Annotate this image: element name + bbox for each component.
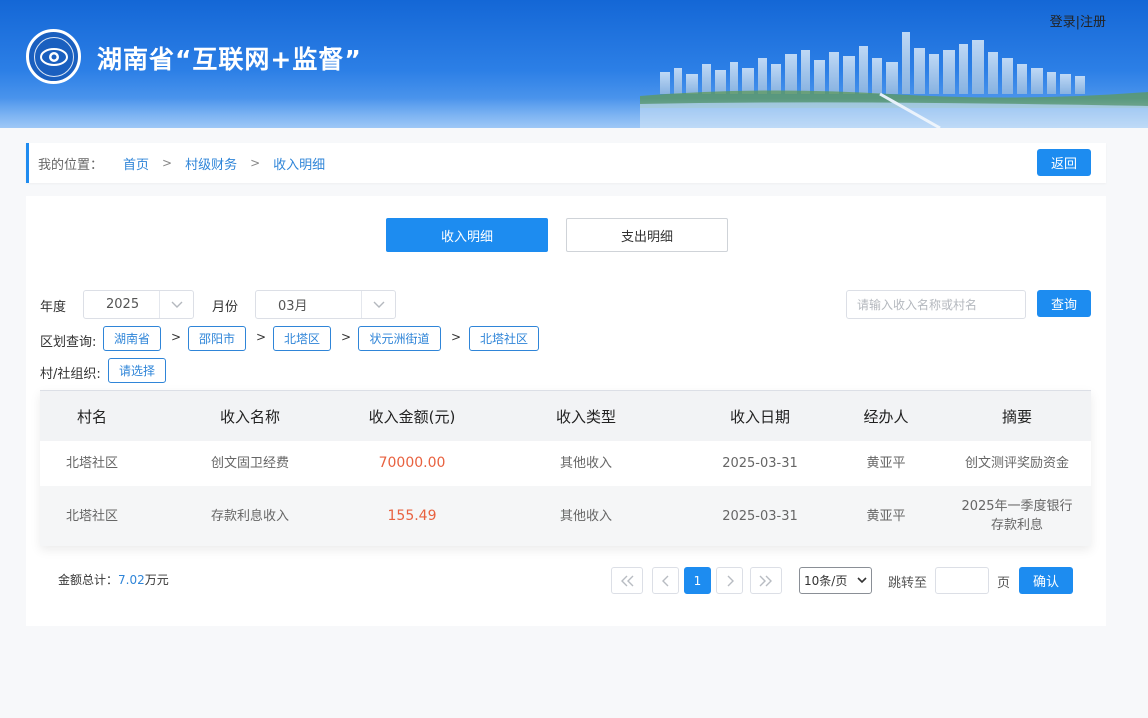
last-page-icon[interactable] — [750, 567, 782, 594]
region-separator: > — [256, 330, 267, 344]
site-logo — [26, 29, 81, 84]
month-label: 月份 — [212, 300, 239, 315]
cell-income-date: 2025-03-31 — [722, 456, 798, 471]
site-header: 湖南省“互联网+监督” 登录|注册 — [0, 0, 1148, 128]
chevron-down-icon — [159, 291, 193, 318]
confirm-button[interactable]: 确认 — [1019, 567, 1073, 594]
region-separator: > — [341, 330, 352, 344]
region-chip-province[interactable]: 湖南省 — [103, 326, 161, 351]
amount-total: 金额总计：7.02万元 — [58, 571, 169, 588]
breadcrumb-separator: > — [250, 156, 261, 170]
breadcrumb-income-detail[interactable]: 收入明细 — [273, 154, 325, 173]
search-input[interactable] — [846, 290, 1026, 319]
year-select-value: 2025 — [106, 297, 140, 312]
breadcrumb-home[interactable]: 首页 — [123, 154, 149, 173]
col-income-type: 收入类型 — [555, 408, 616, 426]
cell-summary: 创文测评奖励资金 — [964, 456, 1069, 471]
back-button[interactable]: 返回 — [1037, 149, 1091, 176]
cell-handler: 黄亚平 — [866, 508, 906, 524]
total-unit: 万元 — [144, 573, 169, 587]
table-row: 北塔社区 存款利息收入 155.49 其他收入 2025-03-31 黄亚平 2… — [40, 486, 1091, 546]
year-select[interactable]: 2025 — [83, 290, 194, 319]
breadcrumb-separator: > — [162, 156, 173, 170]
month-select-value: 03月 — [278, 299, 308, 314]
col-summary: 摘要 — [1001, 408, 1032, 426]
page-size-select[interactable]: 10条/页 — [799, 567, 872, 594]
cell-village: 北塔社区 — [65, 456, 118, 471]
region-chip-community[interactable]: 北塔社区 — [469, 326, 539, 351]
col-income-date: 收入日期 — [729, 408, 790, 426]
breadcrumb-label: 我的位置： — [38, 157, 104, 173]
year-label: 年度 — [40, 300, 67, 315]
next-page-icon[interactable] — [716, 567, 743, 594]
cell-income-name: 存款利息收入 — [210, 508, 289, 524]
query-button[interactable]: 查询 — [1037, 290, 1091, 317]
cell-village: 北塔社区 — [65, 508, 118, 524]
breadcrumb: 我的位置： 首页 > 村级财务 > 收入明细 返回 — [26, 143, 1106, 183]
cell-income-type: 其他收入 — [559, 456, 612, 471]
table-row: 北塔社区 创文固卫经费 70000.00 其他收入 2025-03-31 黄亚平… — [40, 441, 1091, 486]
eye-emblem-icon — [33, 36, 74, 77]
total-label: 金额总计： — [58, 573, 119, 587]
site-title: 湖南省“互联网+监督” — [97, 45, 362, 74]
total-value: 7.02 — [118, 573, 145, 587]
tab-expense-detail[interactable]: 支出明细 — [566, 218, 728, 252]
breadcrumb-village-finance[interactable]: 村级财务 — [185, 154, 237, 173]
first-page-icon[interactable] — [611, 567, 643, 594]
jump-page-input[interactable] — [935, 567, 989, 594]
page-unit-label: 页 — [997, 576, 1011, 591]
page-size-value: 10条/页 — [804, 574, 848, 588]
org-label: 村/社组织: — [40, 367, 101, 382]
month-select[interactable]: 03月 — [255, 290, 396, 319]
cell-income-amount: 70000.00 — [378, 455, 446, 471]
region-chip-city[interactable]: 邵阳市 — [188, 326, 246, 351]
main-panel: 收入明细 支出明细 年度 2025 月份 03月 查询 区划查询: 湖南省 > … — [26, 196, 1106, 626]
page-number-button[interactable]: 1 — [684, 567, 711, 594]
income-table: 村名 收入名称 收入金额(元) 收入类型 收入日期 经办人 摘要 北塔社区 创文… — [40, 390, 1091, 546]
tab-income-detail[interactable]: 收入明细 — [386, 218, 548, 252]
cell-income-amount: 155.49 — [387, 507, 437, 524]
region-separator: > — [171, 330, 182, 344]
col-village: 村名 — [76, 408, 107, 426]
col-income-name: 收入名称 — [219, 408, 280, 426]
table-header: 村名 收入名称 收入金额(元) 收入类型 收入日期 经办人 摘要 — [40, 390, 1091, 441]
region-label: 区划查询: — [40, 335, 97, 350]
prev-page-icon[interactable] — [652, 567, 679, 594]
region-chip-district[interactable]: 北塔区 — [273, 326, 331, 351]
city-skyline-image — [640, 32, 1148, 128]
jump-label: 跳转至 — [888, 576, 928, 591]
org-select-button[interactable]: 请选择 — [108, 358, 166, 383]
cell-handler: 黄亚平 — [866, 456, 906, 471]
chevron-down-icon — [857, 574, 867, 589]
cell-income-date: 2025-03-31 — [722, 508, 798, 524]
col-income-amount: 收入金额(元) — [368, 408, 456, 426]
cell-income-type: 其他收入 — [559, 508, 612, 524]
region-separator: > — [451, 330, 462, 344]
col-handler: 经办人 — [863, 408, 909, 426]
region-chip-street[interactable]: 状元洲街道 — [358, 326, 441, 351]
chevron-down-icon — [361, 291, 395, 318]
cell-income-name: 创文固卫经费 — [210, 456, 289, 471]
cell-summary: 2025年一季度银行存款利息 — [961, 499, 1073, 533]
